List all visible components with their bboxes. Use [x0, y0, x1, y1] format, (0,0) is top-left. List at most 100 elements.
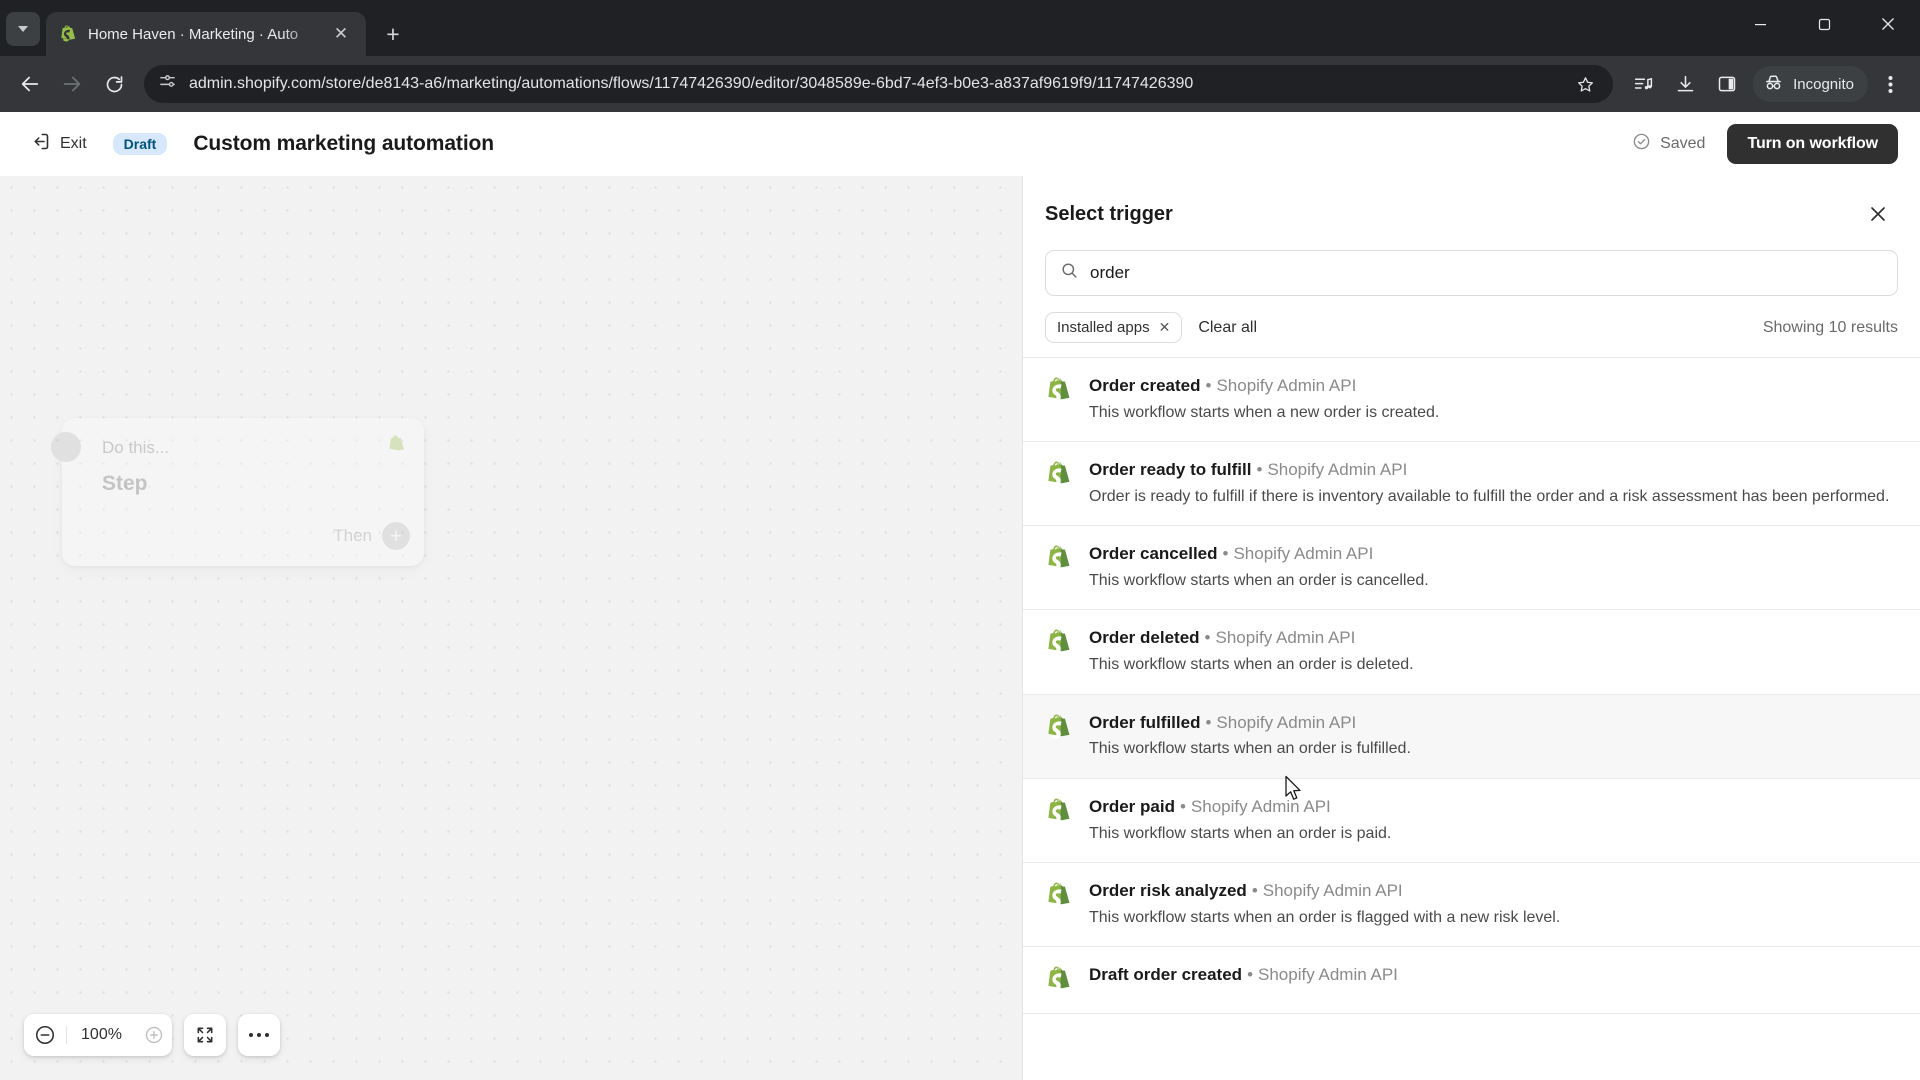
- trigger-item-description: This workflow starts when an order is ca…: [1089, 572, 1429, 590]
- trigger-item-separator: •: [1251, 880, 1258, 900]
- trigger-item-body: Draft order created • Shopify Admin API: [1089, 964, 1894, 987]
- trigger-item-name: Draft order created: [1089, 964, 1243, 984]
- trigger-item-separator: •: [1222, 544, 1229, 564]
- trigger-item-name: Order paid: [1089, 796, 1175, 816]
- step-card[interactable]: Do this... Step Then +: [51, 418, 424, 566]
- canvas-zoom-toolbar: 100%: [24, 1014, 280, 1056]
- exit-label: Exit: [60, 134, 87, 152]
- header-actions: Saved Turn on workflow: [1632, 123, 1898, 164]
- plus-circle-icon: [136, 1014, 172, 1056]
- trigger-item-separator: •: [1205, 712, 1212, 732]
- search-section: [1023, 242, 1920, 296]
- incognito-indicator[interactable]: Incognito: [1753, 66, 1868, 102]
- shopify-icon: [1045, 713, 1073, 744]
- page-settings-icon[interactable]: [158, 72, 177, 96]
- trigger-item-source: Shopify Admin API: [1190, 796, 1331, 816]
- search-box[interactable]: [1045, 250, 1898, 296]
- trigger-item-separator: •: [1256, 460, 1263, 480]
- fit-to-screen-icon[interactable]: [184, 1014, 226, 1056]
- trigger-list-item[interactable]: Order cancelled • Shopify Admin API This wo…: [1023, 526, 1920, 611]
- trigger-item-title-row: Order deleted • Shopify Admin API: [1089, 627, 1894, 650]
- trigger-item-name: Order created: [1089, 376, 1201, 395]
- trigger-list-item[interactable]: Order deleted • Shopify Admin API This work…: [1023, 610, 1920, 695]
- media-control-icon[interactable]: [1623, 64, 1663, 104]
- back-arrow-icon[interactable]: [10, 64, 50, 104]
- exit-button[interactable]: Exit: [22, 125, 95, 163]
- select-trigger-panel: Select trigger Installed app: [1022, 176, 1920, 1080]
- flow-canvas[interactable]: Do this... Step Then + 100%: [0, 176, 1022, 1080]
- step-connector-dot: [51, 432, 81, 462]
- panel-title: Select trigger: [1045, 202, 1173, 225]
- remove-icon[interactable]: ✕: [1159, 319, 1171, 336]
- trigger-item-name: Order ready to fulfill: [1089, 460, 1252, 480]
- saved-label: Saved: [1660, 134, 1706, 152]
- clear-all-button[interactable]: Clear all: [1198, 319, 1257, 337]
- exit-icon: [30, 131, 51, 157]
- trigger-item-body: Order created • Shopify Admin API This work…: [1089, 375, 1894, 424]
- turn-on-workflow-button[interactable]: Turn on workflow: [1727, 123, 1898, 164]
- panel-header: Select trigger: [1023, 176, 1920, 242]
- reload-icon[interactable]: [94, 64, 134, 104]
- then-label: Then: [333, 526, 372, 545]
- trigger-list-item[interactable]: Order risk analyzed • Shopify Admin API Thi…: [1023, 863, 1920, 947]
- trigger-list-item[interactable]: Draft order created • Shopify Admin API: [1023, 947, 1920, 1014]
- three-dot-menu-icon[interactable]: [1870, 64, 1910, 104]
- trigger-list-item[interactable]: Order ready to fulfill • Shopify Admin API…: [1023, 442, 1920, 527]
- shopify-icon: [1045, 629, 1073, 659]
- trigger-item-name: Order fulfilled: [1089, 712, 1201, 732]
- url-text: admin.shopify.com/store/de8143-a6/market…: [189, 75, 1194, 92]
- trigger-item-body: Order paid • Shopify Admin API This workflo…: [1089, 796, 1894, 845]
- results-count: Showing 10 results: [1762, 318, 1898, 336]
- browser-tab[interactable]: Home Haven · Marketing · Auto ✕: [46, 12, 366, 56]
- close-button[interactable]: [1856, 0, 1920, 48]
- trigger-item-title-row: Order fulfilled • Shopify Admin API: [1089, 712, 1894, 735]
- incognito-icon: [1763, 72, 1784, 97]
- shopify-icon: [1045, 461, 1073, 491]
- tab-search-button[interactable]: [6, 12, 40, 46]
- trigger-item-source: Shopify Admin API: [1215, 628, 1356, 648]
- trigger-item-source: Shopify Admin API: [1233, 544, 1374, 564]
- trigger-item-description: This workflow starts when an order is fl…: [1089, 908, 1561, 926]
- more-options-icon[interactable]: [238, 1014, 280, 1056]
- trigger-item-separator: •: [1204, 628, 1211, 648]
- shopify-icon: [1045, 377, 1073, 407]
- step-name-label: Step: [102, 472, 148, 495]
- trigger-item-title-row: Draft order created • Shopify Admin API: [1089, 964, 1894, 987]
- zoom-level-value[interactable]: 100%: [66, 1026, 136, 1044]
- shopify-icon: [1045, 882, 1073, 912]
- shopify-icon: [387, 435, 406, 460]
- trigger-list-item[interactable]: Order paid • Shopify Admin API This workflo…: [1023, 779, 1920, 863]
- maximize-button[interactable]: [1792, 0, 1856, 48]
- trigger-item-body: Order ready to fulfill • Shopify Admin API…: [1089, 459, 1894, 508]
- trigger-item-description: This workflow starts when an order is de…: [1089, 656, 1414, 674]
- shopify-flow-editor: Exit Draft Custom marketing automation S…: [0, 112, 1920, 1080]
- tab-close-button[interactable]: ✕: [328, 21, 354, 47]
- window-controls: [1728, 0, 1920, 48]
- trigger-item-title-row: Order ready to fulfill • Shopify Admin API: [1089, 459, 1894, 482]
- star-icon[interactable]: [1565, 64, 1605, 104]
- minus-circle-icon[interactable]: [24, 1014, 66, 1056]
- trigger-item-body: Order deleted • Shopify Admin API This work…: [1089, 627, 1894, 676]
- trigger-item-description: This workflow starts when a new order is…: [1089, 403, 1440, 421]
- shopify-icon: [58, 24, 78, 44]
- trigger-item-source: Shopify Admin API: [1262, 880, 1403, 900]
- close-icon[interactable]: [1862, 198, 1894, 230]
- search-input[interactable]: [1090, 263, 1883, 283]
- chevron-down-icon: [18, 26, 28, 32]
- download-icon[interactable]: [1665, 64, 1705, 104]
- trigger-item-name: Order cancelled: [1089, 544, 1218, 564]
- trigger-item-source: Shopify Admin API: [1216, 376, 1357, 395]
- editor-body: Do this... Step Then + 100% Select trigg…: [0, 176, 1920, 1080]
- new-tab-button[interactable]: +: [376, 17, 410, 51]
- trigger-item-title-row: Order created • Shopify Admin API: [1089, 375, 1894, 398]
- address-bar[interactable]: admin.shopify.com/store/de8143-a6/market…: [144, 64, 1614, 104]
- trigger-item-description: Order is ready to fulfill if there is in…: [1089, 488, 1890, 506]
- trigger-list-item[interactable]: Order created • Shopify Admin API This work…: [1023, 358, 1920, 443]
- trigger-item-body: Order risk analyzed • Shopify Admin API Thi…: [1089, 880, 1894, 929]
- installed-apps-filter-chip[interactable]: Installed apps ✕: [1045, 312, 1183, 343]
- side-panel-icon[interactable]: [1707, 64, 1747, 104]
- plus-circle-icon[interactable]: +: [382, 522, 410, 550]
- trigger-list[interactable]: Order created • Shopify Admin API This work…: [1023, 357, 1920, 1080]
- minimize-button[interactable]: [1728, 0, 1792, 48]
- trigger-list-item[interactable]: Order fulfilled • Shopify Admin API This wo…: [1023, 694, 1920, 779]
